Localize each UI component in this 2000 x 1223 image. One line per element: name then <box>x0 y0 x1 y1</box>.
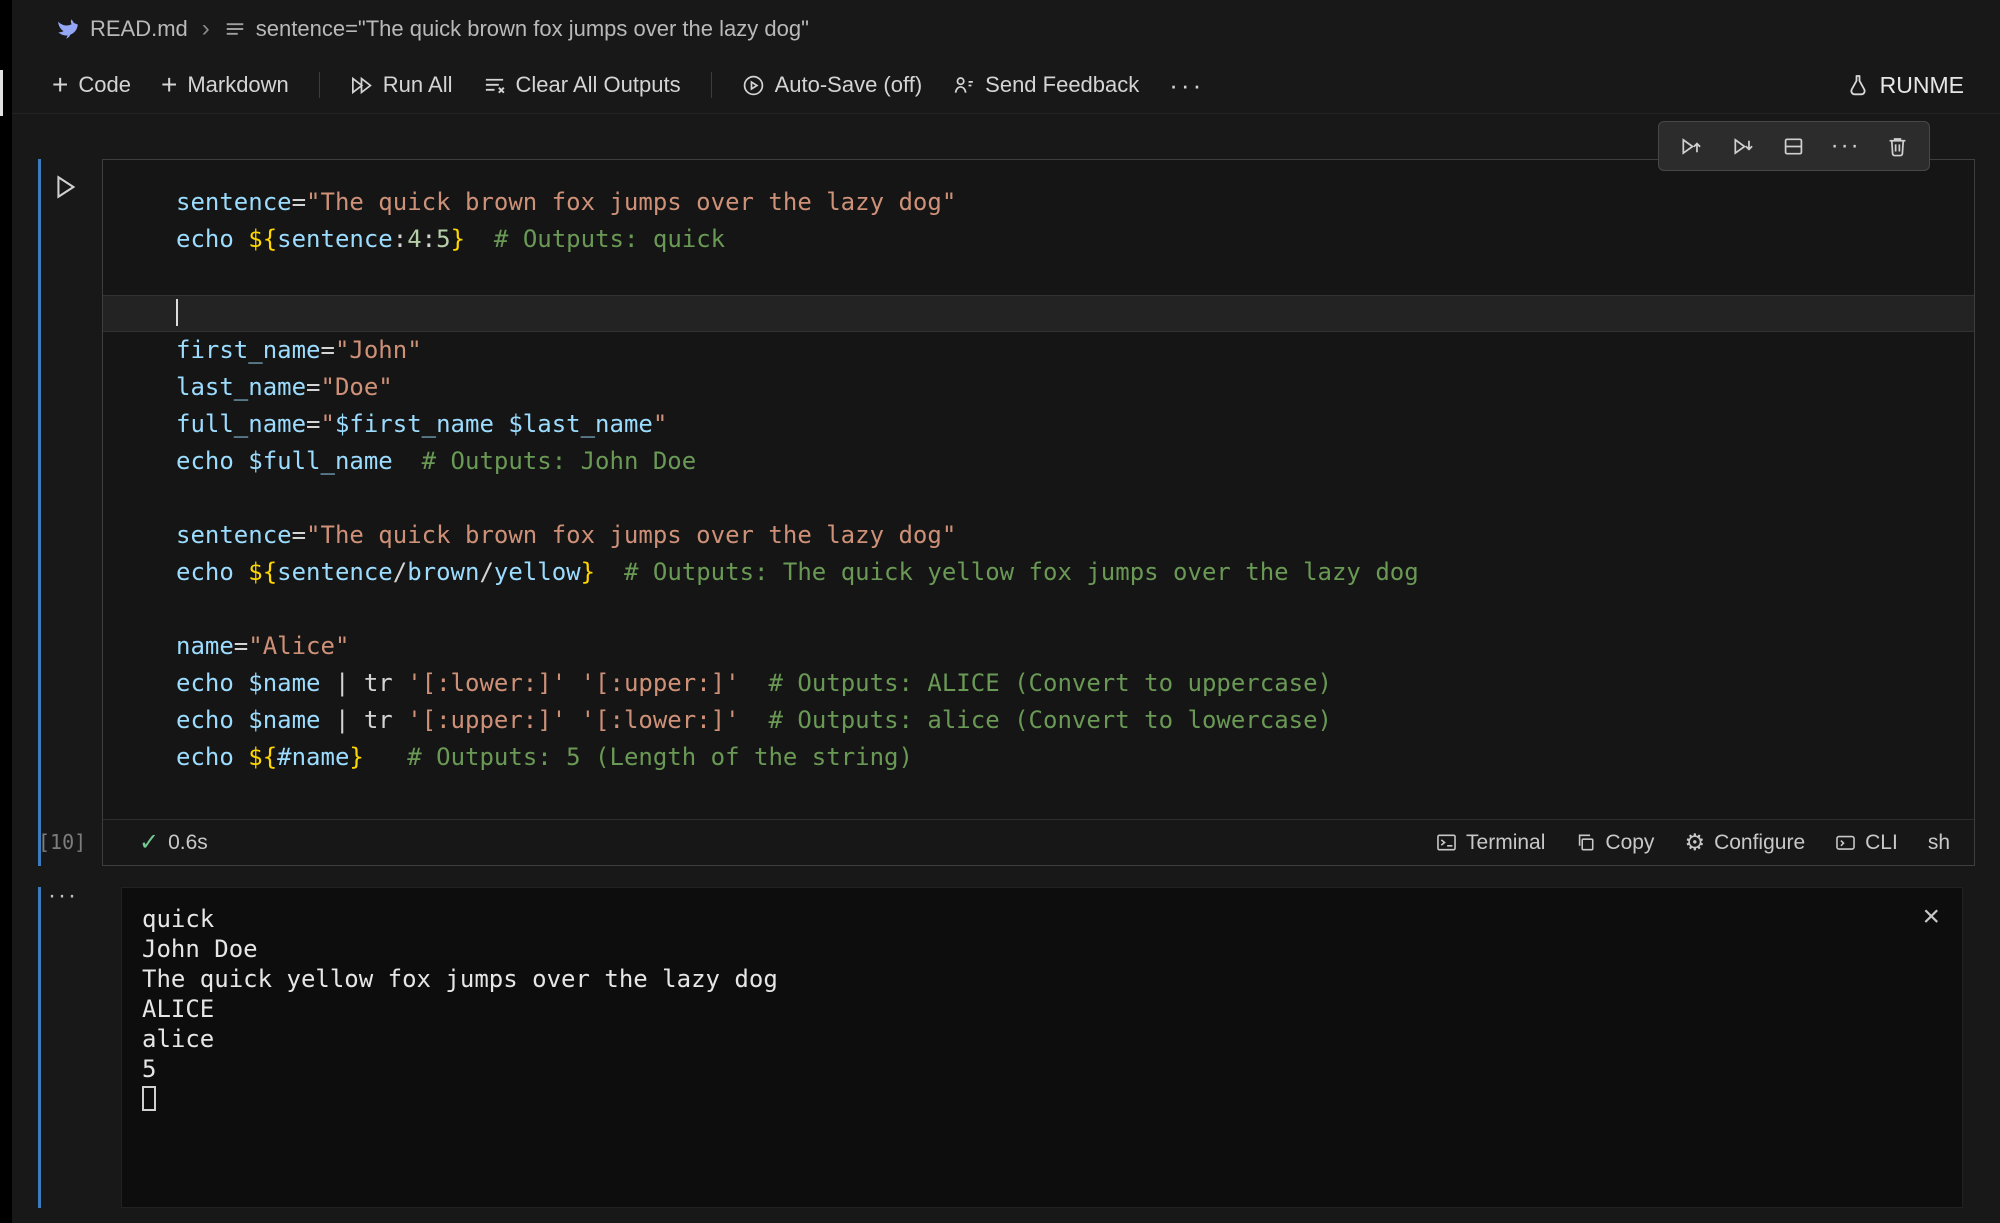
cell-language-indicator[interactable]: sh <box>1928 831 1950 855</box>
plus-icon: + <box>52 71 68 99</box>
code-line[interactable]: echo $full_name # Outputs: John Doe <box>176 443 1974 480</box>
code-line[interactable]: echo ${sentence:4:5} # Outputs: quick <box>176 221 1974 258</box>
cell-output-panel: × quickJohn DoeThe quick yellow fox jump… <box>121 887 1963 1208</box>
execution-count: [10] <box>38 830 86 854</box>
cell-success-status: ✓ 0.6s <box>139 828 208 857</box>
run-all-button[interactable]: Run All <box>350 72 453 98</box>
output-line: John Doe <box>142 934 1942 964</box>
clear-all-outputs-button[interactable]: Clear All Outputs <box>483 72 681 98</box>
notebook-toolbar: + Code + Markdown Run All Clear All Outp… <box>12 57 2000 114</box>
output-lines: quickJohn DoeThe quick yellow fox jumps … <box>142 904 1942 1114</box>
active-view-indicator <box>0 70 3 116</box>
runme-file-icon <box>56 17 80 41</box>
code-lines: sentence="The quick brown fox jumps over… <box>176 184 1974 776</box>
toolbar-divider <box>319 72 320 98</box>
symbol-list-icon <box>224 18 246 40</box>
code-line[interactable] <box>176 591 1974 628</box>
cli-button[interactable]: CLI <box>1835 831 1898 855</box>
run-cell-button[interactable] <box>50 172 80 202</box>
output-line: ALICE <box>142 994 1942 1024</box>
run-all-icon <box>350 74 373 97</box>
activity-bar-strip <box>0 0 12 1223</box>
output-line: The quick yellow fox jumps over the lazy… <box>142 964 1942 994</box>
configure-button[interactable]: ⚙ Configure <box>1684 831 1805 855</box>
close-output-button[interactable]: × <box>1922 902 1940 932</box>
cell-focus-border <box>38 159 41 866</box>
code-line[interactable] <box>103 295 1974 332</box>
notebook-window: READ.md › sentence="The quick brown fox … <box>0 0 2000 1223</box>
delete-cell-button[interactable] <box>1874 126 1920 166</box>
runme-brand-label: RUNME <box>1880 72 1964 99</box>
code-line[interactable]: last_name="Doe" <box>176 369 1974 406</box>
code-cell: sentence="The quick brown fox jumps over… <box>102 159 1975 866</box>
terminal-icon <box>1436 832 1457 853</box>
auto-save-icon <box>742 74 765 97</box>
run-cells-above-button[interactable] <box>1668 126 1714 166</box>
plus-icon: + <box>161 71 177 99</box>
copy-icon <box>1575 832 1596 853</box>
success-check-icon: ✓ <box>139 828 159 857</box>
breadcrumb-separator: › <box>202 15 210 43</box>
breadcrumb-file[interactable]: READ.md <box>90 16 188 42</box>
toolbar-more-button[interactable]: ··· <box>1169 70 1204 101</box>
runme-logo-icon <box>1846 73 1870 97</box>
clear-all-icon <box>483 74 506 97</box>
cell-more-actions-button[interactable]: ··· <box>1823 126 1869 166</box>
toolbar-divider <box>711 72 712 98</box>
breadcrumb-symbol[interactable]: sentence="The quick brown fox jumps over… <box>256 16 809 42</box>
gear-icon: ⚙ <box>1684 831 1705 854</box>
breadcrumb: READ.md › sentence="The quick brown fox … <box>12 0 2000 57</box>
output-line: 5 <box>142 1054 1942 1084</box>
code-line[interactable]: echo ${sentence/brown/yellow} # Outputs:… <box>176 554 1974 591</box>
terminal-button[interactable]: Terminal <box>1436 831 1545 855</box>
output-line: quick <box>142 904 1942 934</box>
code-line[interactable]: sentence="The quick brown fox jumps over… <box>176 517 1974 554</box>
split-cell-button[interactable] <box>1771 126 1817 166</box>
auto-save-toggle[interactable]: Auto-Save (off) <box>742 72 923 98</box>
send-feedback-button[interactable]: Send Feedback <box>952 72 1139 98</box>
copy-button[interactable]: Copy <box>1575 831 1654 855</box>
run-cells-below-button[interactable] <box>1719 126 1765 166</box>
cell-status-bar: ✓ 0.6s Terminal Copy ⚙ Configure <box>103 819 1974 865</box>
add-code-button[interactable]: + Code <box>52 71 131 99</box>
add-markdown-button[interactable]: + Markdown <box>161 71 289 99</box>
runme-brand: RUNME <box>1846 72 1964 99</box>
code-line[interactable]: sentence="The quick brown fox jumps over… <box>176 184 1974 221</box>
code-line[interactable]: echo $name | tr '[:lower:]' '[:upper:]' … <box>176 665 1974 702</box>
output-focus-border <box>38 887 41 1208</box>
code-line[interactable]: first_name="John" <box>176 332 1974 369</box>
code-line[interactable] <box>176 480 1974 517</box>
code-line[interactable]: echo $name | tr '[:upper:]' '[:lower:]' … <box>176 702 1974 739</box>
output-line <box>142 1084 1942 1114</box>
code-editor[interactable]: sentence="The quick brown fox jumps over… <box>103 160 1974 819</box>
text-cursor <box>176 299 178 326</box>
feedback-person-icon <box>952 74 975 97</box>
output-more-button[interactable]: ··· <box>48 882 78 910</box>
cell-hover-toolbar: ··· <box>1658 121 1930 171</box>
code-line[interactable]: full_name="$first_name $last_name" <box>176 406 1974 443</box>
code-line[interactable] <box>176 258 1974 295</box>
terminal-cursor <box>142 1086 156 1111</box>
cli-icon <box>1835 832 1856 853</box>
output-line: alice <box>142 1024 1942 1054</box>
code-line[interactable]: name="Alice" <box>176 628 1974 665</box>
code-line[interactable]: echo ${#name} # Outputs: 5 (Length of th… <box>176 739 1974 776</box>
cell-exec-time: 0.6s <box>168 831 208 855</box>
